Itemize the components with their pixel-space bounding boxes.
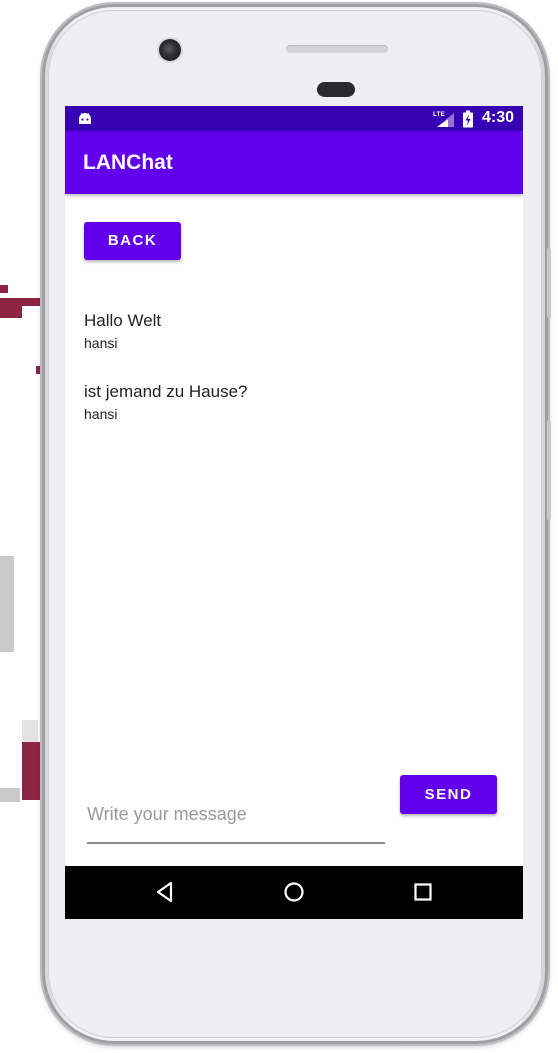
background-decoration (0, 306, 22, 318)
front-camera (159, 39, 181, 61)
navigation-bar (65, 866, 523, 919)
status-bar: LTE 4:30 (65, 106, 523, 131)
side-button (547, 420, 551, 520)
app-bar: LANChat (65, 131, 523, 194)
send-button[interactable]: SEND (400, 775, 497, 814)
message-text: Hallo Welt (84, 311, 162, 330)
svg-text:LTE: LTE (433, 111, 445, 118)
circle-home-icon[interactable] (281, 879, 307, 905)
background-decoration (22, 742, 40, 800)
app-title: LANChat (83, 151, 173, 174)
message-item: ist jemand zu Hause? hansi (84, 382, 247, 422)
earpiece-speaker (286, 45, 388, 53)
background-decoration (0, 298, 42, 306)
background-decoration (0, 556, 14, 652)
message-author: hansi (84, 335, 118, 351)
square-recents-icon[interactable] (410, 879, 436, 905)
background-decoration (0, 788, 20, 802)
proximity-sensor (317, 82, 355, 97)
message-author: hansi (84, 406, 118, 422)
status-time: 4:30 (482, 109, 515, 126)
background-decoration (22, 720, 38, 742)
triangle-back-icon[interactable] (153, 879, 179, 905)
background-decoration (0, 285, 8, 293)
message-input[interactable] (87, 790, 385, 838)
app-screen: LTE 4:30 LANChat BACK Hallo Welt hansi i… (65, 106, 523, 919)
android-icon (79, 113, 91, 124)
message-text: ist jemand zu Hause? (84, 382, 248, 401)
message-input-container (87, 790, 385, 844)
back-button[interactable]: BACK (84, 222, 181, 260)
message-item: Hallo Welt hansi (84, 311, 161, 351)
battery-charging-icon (463, 110, 473, 128)
signal-icon: LTE (433, 111, 454, 127)
side-button (547, 248, 551, 318)
